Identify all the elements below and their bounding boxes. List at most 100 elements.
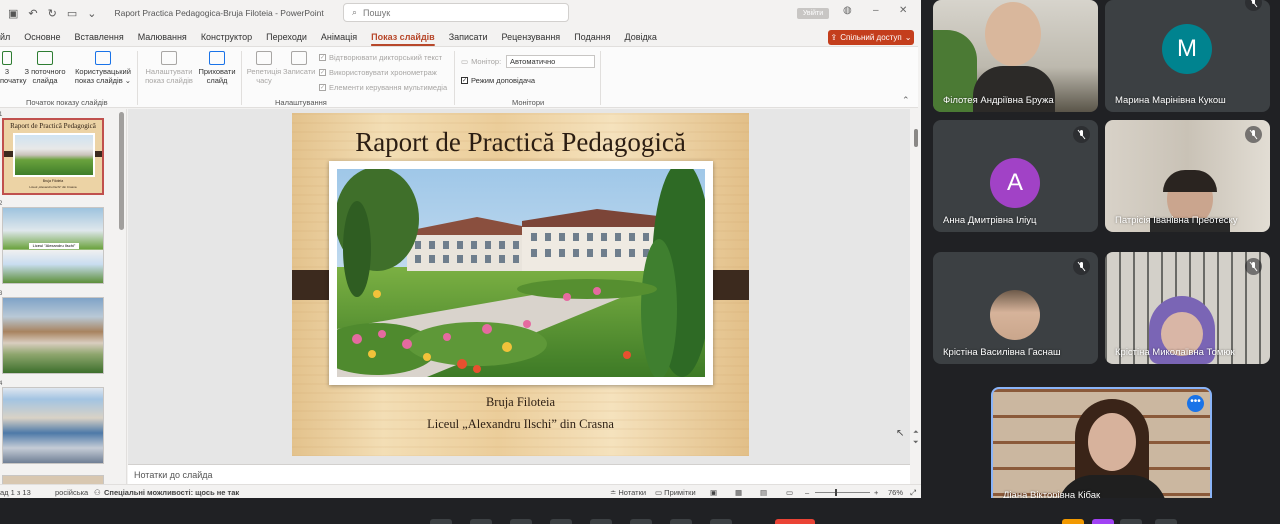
toolbar-button[interactable] (670, 519, 692, 524)
people-icon[interactable] (1155, 519, 1177, 524)
participant-hair (1163, 170, 1217, 192)
redo-icon[interactable]: ↻ (48, 7, 57, 20)
slide-school[interactable]: Liceul „Alexandru Ilschi” din Crasna (292, 417, 749, 432)
tab-home[interactable]: Основне (17, 32, 67, 42)
editor-scrollbar[interactable]: ⏶ ⏷ (911, 109, 921, 484)
checkbox-box: ✓ (319, 54, 326, 61)
more-options-icon[interactable]: ••• (1187, 395, 1204, 412)
tab-insert[interactable]: Вставлення (68, 32, 131, 42)
hide-slide-button[interactable]: Приховати слайд (197, 51, 237, 85)
activities-icon[interactable] (1092, 519, 1114, 524)
tab-draw[interactable]: Малювання (131, 32, 194, 42)
participant-tile-2[interactable]: M Марина Марінівна Кукош (1105, 0, 1270, 112)
participant-tile-4[interactable]: Патрісія Іванівна Преотеску (1105, 120, 1270, 232)
tab-transitions[interactable]: Переходи (259, 32, 314, 42)
ribbon-tabs: йл Основне Вставлення Малювання Конструк… (0, 28, 921, 46)
slide-title[interactable]: Raport de Practică Pedagogică (292, 127, 749, 158)
toolbar-button[interactable] (550, 519, 572, 524)
reading-view-icon[interactable]: ▤ (760, 488, 767, 497)
comments-button[interactable]: ▭ Примітки (655, 488, 696, 497)
language-status[interactable]: російська (55, 488, 88, 497)
participant-tile-3[interactable]: A Анна Дмитрівна Іліуц (933, 120, 1098, 232)
leave-call-button[interactable] (775, 519, 815, 524)
participant-tile-active-speaker[interactable]: ••• Діана Вікторівна Кібак (991, 387, 1212, 509)
customize-qat-icon[interactable]: ⌄ (87, 7, 96, 20)
toolbar-button[interactable] (510, 519, 532, 524)
mic-off-icon (1245, 126, 1262, 143)
tab-animations[interactable]: Анімація (314, 32, 364, 42)
zoom-out-icon[interactable]: – (805, 488, 809, 497)
rehearse-button[interactable]: Репетиція часу (245, 51, 283, 85)
slide-thumbnail-4[interactable] (2, 387, 104, 464)
present-icon[interactable]: ▭ (67, 7, 77, 20)
slide-author[interactable]: Bruja Filoteia (292, 395, 749, 410)
slide-thumbnails-pane: 1 Raport de Practică Pedagogică Bruja Fi… (0, 109, 127, 484)
media-controls-checkbox[interactable]: ✓ Елементи керування мультимедіа (319, 83, 447, 92)
setup-show-button[interactable]: Налаштувати показ слайдів (143, 51, 195, 85)
prev-slide-icon[interactable]: ⏶ (913, 429, 919, 437)
tab-record[interactable]: Записати (442, 32, 495, 42)
slideshow-view-icon[interactable]: ▭ (786, 488, 793, 497)
tab-review[interactable]: Рецензування (495, 32, 568, 42)
tab-help[interactable]: Довідка (618, 32, 664, 42)
setup-show-label: Налаштувати показ слайдів (145, 67, 193, 85)
chat-icon[interactable] (1120, 519, 1142, 524)
slide-sorter-icon[interactable]: ▦ (735, 488, 742, 497)
custom-show-button[interactable]: Користувацький показ слайдів ⌄ (74, 51, 132, 85)
monitor-label-wrap: ▭ Монітор: (461, 57, 501, 66)
zoom-level[interactable]: 76% (888, 488, 903, 497)
thumbnails-scrollbar[interactable] (119, 112, 124, 230)
accessibility-status[interactable]: Спеціальні можливості: щось не так (104, 488, 239, 497)
toolbar-button[interactable] (430, 519, 452, 524)
divider (137, 51, 138, 105)
slide-thumbnail-2[interactable]: Liceul "Alexandru Ilschi" (2, 207, 104, 284)
zoom-in-icon[interactable]: + (874, 488, 878, 497)
participant-name: Анна Дмитрівна Іліуц (943, 215, 1037, 226)
play-narrations-checkbox[interactable]: ✓ Відтворювати дикторський текст (319, 53, 442, 62)
notes-button[interactable]: ≐ Нотатки (610, 488, 646, 497)
notes-pane[interactable]: Нотатки до слайда (128, 464, 910, 484)
monitor-select[interactable]: Автоматично (506, 55, 595, 68)
fit-to-window-icon[interactable]: ⤢ (910, 488, 916, 498)
participant-tile-6[interactable]: Крістіна Миколаївна Томюк (1105, 252, 1270, 364)
next-slide-icon[interactable]: ⏷ (913, 439, 919, 447)
toolbar-button[interactable] (590, 519, 612, 524)
collapse-ribbon-icon[interactable]: ⌃ (902, 95, 910, 106)
coauthor-icon[interactable]: ◍ (843, 5, 852, 16)
tab-design[interactable]: Конструктор (194, 32, 259, 42)
zoom-slider-thumb[interactable] (835, 489, 837, 496)
participant-name: Патрісія Іванівна Преотеску (1115, 215, 1238, 226)
sign-in-button[interactable]: Увійти (797, 8, 829, 19)
presenter-view-checkbox[interactable]: ✓ Режим доповідача (461, 76, 535, 85)
thumb-caption: Liceul "Alexandru Ilschi" (29, 243, 79, 249)
close-icon[interactable]: ✕ (899, 5, 907, 16)
thumb-photo (15, 135, 93, 175)
from-current-button[interactable]: З поточного слайда (22, 51, 68, 85)
slide-thumbnail-1[interactable]: Raport de Practică Pedagogică Bruja Filo… (2, 118, 104, 195)
normal-view-icon[interactable]: ▣ (710, 488, 717, 497)
school-photo-frame[interactable] (329, 161, 713, 385)
save-icon[interactable]: ▣ (8, 7, 18, 20)
slide-thumbnail-3[interactable] (2, 297, 104, 374)
search-input[interactable]: ⌕ Пошук (343, 3, 569, 22)
tab-file[interactable]: йл (0, 32, 17, 42)
participant-tile-1[interactable]: Філотея Андріївна Бружа (933, 0, 1098, 112)
minimize-icon[interactable]: – (873, 5, 879, 16)
toolbar-button[interactable] (710, 519, 732, 524)
from-beginning-button[interactable]: 3 початку (0, 51, 27, 85)
toolbar-button[interactable] (470, 519, 492, 524)
participant-tile-5[interactable]: Крістіна Василівна Гаснаш (933, 252, 1098, 364)
scrollbar-thumb[interactable] (914, 129, 918, 147)
reaction-icon[interactable] (1062, 519, 1084, 524)
tab-slide-show[interactable]: Показ слайдів (364, 32, 442, 42)
zoom-slider[interactable] (815, 489, 870, 496)
slide-canvas[interactable]: Raport de Practică Pedagogică Bruja Filo… (292, 113, 749, 456)
tab-view[interactable]: Подання (567, 32, 617, 42)
undo-icon[interactable]: ↶ (28, 7, 37, 20)
search-icon: ⌕ (352, 7, 358, 17)
share-button[interactable]: ⇪ Спільний доступ ⌄ (828, 30, 914, 45)
toolbar-button[interactable] (630, 519, 652, 524)
slide-thumbnail-5[interactable] (2, 475, 104, 484)
use-timings-checkbox[interactable]: ✓ Використовувати хронометраж (319, 68, 437, 77)
record-button[interactable]: Записати (283, 51, 315, 76)
